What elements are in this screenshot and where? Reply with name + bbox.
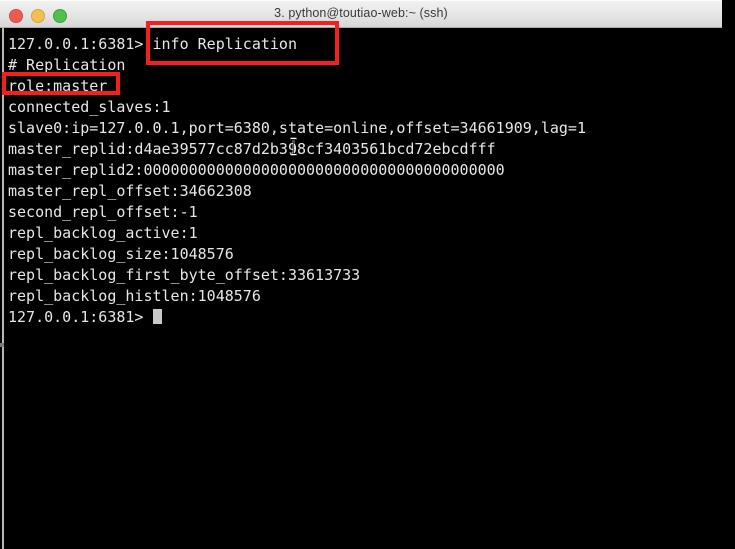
terminal-line: master_repl_offset:34662308 bbox=[8, 182, 252, 200]
terminal-output-area[interactable]: 127.0.0.1:6381> info Replication # Repli… bbox=[4, 28, 735, 549]
terminal-line: connected_slaves:1 bbox=[8, 98, 171, 116]
terminal-line: master_replid2:0000000000000000000000000… bbox=[8, 161, 505, 179]
text-cursor bbox=[152, 309, 162, 324]
window-titlebar[interactable]: 3. python@toutiao-web:~ (ssh) bbox=[0, 0, 722, 28]
terminal-line: repl_backlog_first_byte_offset:33613733 bbox=[8, 266, 361, 284]
terminal-line: role:master bbox=[8, 77, 108, 95]
prompt-text: 127.0.0.1:6381> bbox=[8, 308, 153, 326]
terminal-window: 3. python@toutiao-web:~ (ssh) 127.0.0.1:… bbox=[0, 0, 735, 549]
terminal-prompt-line[interactable]: 127.0.0.1:6381> bbox=[8, 307, 162, 328]
terminal-line: second_repl_offset:-1 bbox=[8, 203, 198, 221]
terminal-line: master_replid:d4ae39577cc87d2b398cf34035… bbox=[8, 140, 496, 158]
terminal-line: repl_backlog_size:1048576 bbox=[8, 245, 234, 263]
terminal-line: slave0:ip=127.0.0.1,port=6380,state=onli… bbox=[8, 119, 586, 137]
terminal-line: repl_backlog_histlen:1048576 bbox=[8, 287, 261, 305]
terminal-line: 127.0.0.1:6381> info Replication bbox=[8, 35, 297, 53]
window-title: 3. python@toutiao-web:~ (ssh) bbox=[274, 6, 448, 20]
terminal-line: # Replication bbox=[8, 56, 126, 74]
titlebar-hairline bbox=[0, 0, 722, 1]
terminal-line: repl_backlog_active:1 bbox=[8, 224, 198, 242]
